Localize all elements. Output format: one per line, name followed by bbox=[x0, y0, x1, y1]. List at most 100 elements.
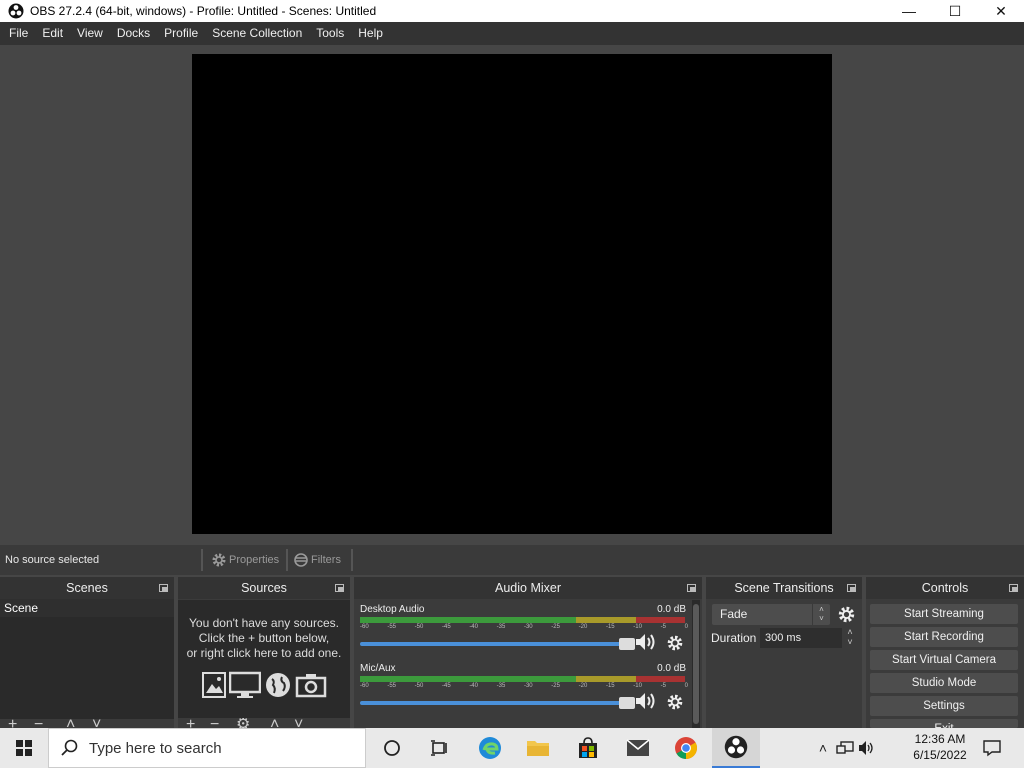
chrome-button[interactable] bbox=[662, 728, 710, 768]
source-status: No source selected bbox=[5, 554, 100, 566]
tick-label: -50 bbox=[414, 624, 424, 630]
start-button[interactable] bbox=[0, 728, 48, 768]
menu-file[interactable]: File bbox=[2, 22, 35, 45]
channel-db: 0.0 dB bbox=[657, 604, 686, 615]
notification-button[interactable] bbox=[980, 728, 1004, 768]
sources-empty-line: You don't have any sources. bbox=[189, 616, 339, 630]
taskbar-clock[interactable]: 12:36 AM 6/15/2022 bbox=[898, 731, 982, 763]
mixer-scrollbar-thumb[interactable] bbox=[693, 604, 699, 724]
menu-edit[interactable]: Edit bbox=[35, 22, 70, 45]
notification-icon bbox=[983, 740, 1001, 757]
edge-icon bbox=[479, 737, 501, 759]
spin-up-icon[interactable]: ˄ bbox=[843, 627, 857, 637]
scene-transitions-dock-title: Scene Transitions bbox=[706, 577, 862, 599]
dock-float-icon[interactable] bbox=[1009, 584, 1018, 592]
menu-profile[interactable]: Profile bbox=[157, 22, 205, 45]
network-icon[interactable] bbox=[836, 740, 854, 756]
menu-view[interactable]: View bbox=[70, 22, 110, 45]
gear-icon[interactable] bbox=[666, 693, 684, 711]
tick-label: -40 bbox=[469, 683, 478, 689]
duration-input[interactable]: 300 ms bbox=[760, 628, 842, 648]
tick-label: -35 bbox=[496, 624, 506, 630]
sources-empty-line: Click the + button below, bbox=[198, 631, 330, 645]
camera-icon bbox=[295, 674, 326, 698]
transition-value: Fade bbox=[720, 607, 748, 621]
volume-slider[interactable] bbox=[360, 697, 635, 709]
cortana-button[interactable] bbox=[368, 728, 416, 768]
mail-button[interactable] bbox=[614, 728, 662, 768]
list-item[interactable]: Scene bbox=[0, 599, 174, 617]
dock-float-icon[interactable] bbox=[335, 584, 344, 592]
dock-float-icon[interactable] bbox=[847, 584, 856, 592]
monitor-icon bbox=[228, 671, 261, 698]
properties-button[interactable]: Properties bbox=[211, 550, 279, 570]
tick-label: -50 bbox=[414, 683, 424, 689]
minimize-button[interactable]: — bbox=[886, 0, 932, 22]
exit-button[interactable]: Exit bbox=[870, 719, 1018, 728]
tick-label: -30 bbox=[523, 683, 533, 689]
volume-slider-handle[interactable] bbox=[619, 638, 635, 650]
gear-icon[interactable] bbox=[666, 634, 684, 652]
tick-label: -55 bbox=[387, 624, 396, 630]
spin-down-icon[interactable]: ˅ bbox=[843, 637, 857, 647]
start-streaming-button[interactable]: Start Streaming bbox=[870, 604, 1018, 624]
tick-label: 0 bbox=[684, 683, 688, 689]
volume-icon[interactable] bbox=[858, 740, 876, 756]
volume-slider-handle[interactable] bbox=[619, 697, 635, 709]
tick-label: -35 bbox=[496, 683, 506, 689]
start-virtual-camera-button[interactable]: Start Virtual Camera bbox=[870, 650, 1018, 670]
close-button[interactable]: ✕ bbox=[978, 0, 1024, 22]
task-view-icon bbox=[431, 740, 447, 756]
transition-select[interactable]: Fade ˄ ˅ bbox=[712, 604, 830, 625]
studio-mode-button[interactable]: Studio Mode bbox=[870, 673, 1018, 693]
gear-icon[interactable] bbox=[837, 605, 856, 624]
speaker-icon[interactable] bbox=[634, 691, 658, 711]
edge-button[interactable] bbox=[466, 728, 514, 768]
scenes-title: Scenes bbox=[66, 581, 108, 595]
task-view-button[interactable] bbox=[416, 728, 464, 768]
mixer-scrollbar[interactable] bbox=[692, 600, 700, 728]
separator bbox=[351, 549, 353, 571]
mixer-channel-mic-aux: Mic/Aux 0.0 dB -60 -55 -50 -45 -40 -35 -… bbox=[360, 663, 688, 710]
tick-label: 0 bbox=[684, 624, 688, 630]
maximize-button[interactable]: ☐ bbox=[932, 0, 978, 22]
filters-button[interactable]: Filters bbox=[293, 550, 341, 570]
scene-transitions-title: Scene Transitions bbox=[734, 581, 834, 595]
menu-docks[interactable]: Docks bbox=[110, 22, 157, 45]
scenes-dock-title: Scenes bbox=[0, 577, 174, 599]
speaker-icon[interactable] bbox=[634, 632, 658, 652]
menu-tools[interactable]: Tools bbox=[309, 22, 351, 45]
system-tray: ˄ bbox=[814, 728, 876, 768]
scenes-toolbar: + − ˄ ˅ bbox=[0, 716, 174, 733]
channel-db: 0.0 dB bbox=[657, 663, 686, 674]
meter-yellow-zone bbox=[576, 676, 636, 682]
menu-scene-collection[interactable]: Scene Collection bbox=[205, 22, 309, 45]
window-title: OBS 27.2.4 (64-bit, windows) - Profile: … bbox=[30, 4, 377, 18]
obs-taskbar-button[interactable] bbox=[712, 728, 760, 768]
preview-area[interactable] bbox=[0, 45, 1024, 545]
sources-dock-title: Sources bbox=[178, 577, 350, 599]
duration-spinner[interactable]: ˄ ˅ bbox=[843, 627, 857, 647]
menu-help[interactable]: Help bbox=[351, 22, 390, 45]
file-explorer-button[interactable] bbox=[514, 728, 562, 768]
context-bar: No source selected Properties Filters bbox=[0, 545, 1024, 575]
store-button[interactable] bbox=[564, 728, 612, 768]
channel-name: Desktop Audio bbox=[360, 604, 425, 615]
settings-button[interactable]: Settings bbox=[870, 696, 1018, 716]
volume-slider[interactable] bbox=[360, 638, 635, 650]
taskbar-search[interactable]: Type here to search bbox=[48, 728, 366, 768]
dock-float-icon[interactable] bbox=[159, 584, 168, 592]
audio-mixer-title: Audio Mixer bbox=[495, 581, 561, 595]
dock-float-icon[interactable] bbox=[687, 584, 696, 592]
meter-green-zone bbox=[360, 617, 576, 623]
chevron-up-icon[interactable]: ˄ bbox=[814, 740, 832, 756]
tick-label: -5 bbox=[660, 624, 666, 630]
preview-canvas[interactable] bbox=[192, 54, 832, 534]
controls-title: Controls bbox=[921, 581, 969, 595]
sources-list[interactable]: You don't have any sources. Click the + … bbox=[178, 600, 350, 718]
menu-bar: File Edit View Docks Profile Scene Colle… bbox=[0, 22, 1024, 45]
tick-label: -15 bbox=[605, 683, 615, 689]
volume-meter bbox=[360, 617, 688, 623]
scenes-list[interactable]: Scene bbox=[0, 599, 174, 719]
start-recording-button[interactable]: Start Recording bbox=[870, 627, 1018, 647]
